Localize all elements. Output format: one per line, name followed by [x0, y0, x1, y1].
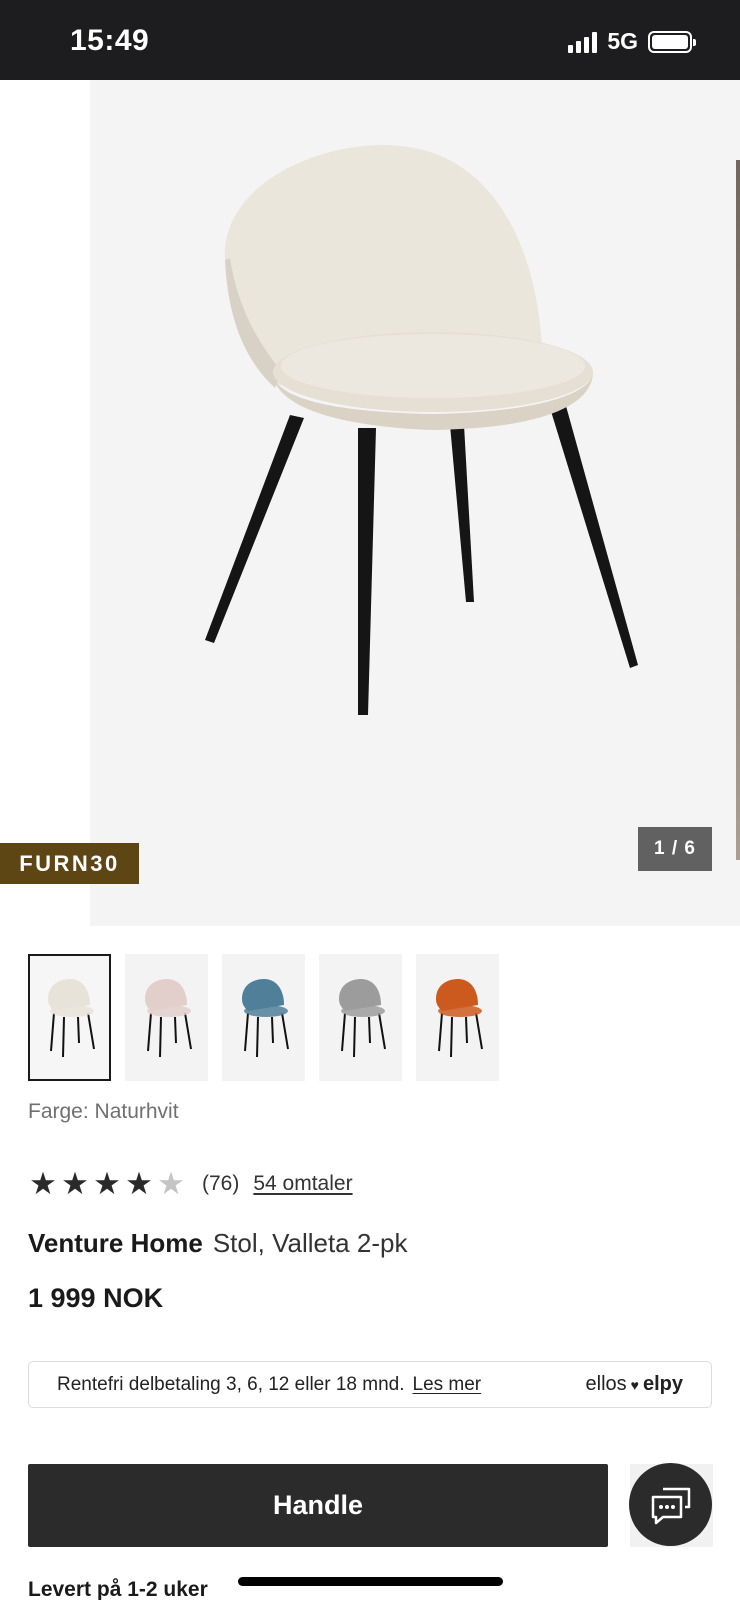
- product-price: 1 999 NOK: [28, 1283, 164, 1313]
- financing-read-more-link[interactable]: Les mer: [413, 1374, 482, 1396]
- chat-icon: [651, 1487, 690, 1524]
- color-variant-orange[interactable]: [416, 954, 499, 1081]
- ellos-elpy-logo: ellos ♥ elpy: [586, 1373, 683, 1396]
- battery-icon: [648, 30, 696, 53]
- chair-thumbnail-image: [47, 978, 95, 1057]
- color-variant-blue[interactable]: [222, 954, 305, 1081]
- status-bar: 15:49 5G: [0, 0, 740, 80]
- chair-thumbnail-image: [435, 978, 483, 1057]
- star-filled-icon: ★: [93, 1166, 121, 1201]
- rating-stars: ★ ★ ★ ★ ★: [28, 1168, 186, 1199]
- chat-button[interactable]: [629, 1463, 712, 1546]
- star-filled-icon: ★: [61, 1166, 89, 1201]
- logo-ellos: ellos: [585, 1373, 627, 1395]
- chair-thumbnail-image: [144, 978, 192, 1057]
- product-brand[interactable]: Venture Home: [28, 1228, 203, 1258]
- delivery-info: Levert på 1-2 uker: [28, 1578, 208, 1600]
- star-filled-icon: ★: [29, 1166, 57, 1201]
- signal-icon: [568, 31, 598, 53]
- financing-banner: Rentefri delbetaling 3, 6, 12 eller 18 m…: [28, 1361, 712, 1408]
- color-variant-beige[interactable]: [28, 954, 111, 1081]
- color-variant-grey[interactable]: [319, 954, 402, 1081]
- chair-thumbnail-image: [338, 978, 386, 1057]
- buy-button[interactable]: Handle: [28, 1464, 608, 1547]
- logo-elpy: elpy: [642, 1373, 683, 1395]
- financing-text: Rentefri delbetaling 3, 6, 12 eller 18 m…: [57, 1373, 405, 1395]
- star-filled-icon: ★: [125, 1166, 153, 1201]
- rating-row: ★ ★ ★ ★ ★ (76) 54 omtaler: [28, 1168, 352, 1199]
- network-label: 5G: [607, 28, 638, 54]
- color-variant-pink[interactable]: [125, 954, 208, 1081]
- home-indicator: [238, 1577, 503, 1586]
- heart-icon: ♥: [630, 1376, 639, 1393]
- color-label: Farge: Naturhvit: [28, 1100, 179, 1123]
- image-counter: 1 / 6: [638, 827, 712, 871]
- rating-count: (76): [202, 1171, 240, 1195]
- product-title: Venture Home Stol, Valleta 2-pk: [28, 1228, 407, 1259]
- color-variant-list: [28, 954, 499, 1081]
- product-name: Stol, Valleta 2-pk: [212, 1228, 408, 1258]
- chair-image: [205, 145, 638, 715]
- reviews-link[interactable]: 54 omtaler: [253, 1172, 352, 1196]
- chair-thumbnail-image: [241, 978, 289, 1057]
- promo-code-badge: FURN30: [0, 843, 139, 884]
- status-time: 15:49: [70, 24, 150, 57]
- star-empty-icon: ★: [157, 1166, 185, 1201]
- status-indicators: 5G: [568, 28, 696, 55]
- next-image-peek: [736, 160, 740, 860]
- product-image-gallery[interactable]: FURN30 1 / 6: [0, 80, 740, 926]
